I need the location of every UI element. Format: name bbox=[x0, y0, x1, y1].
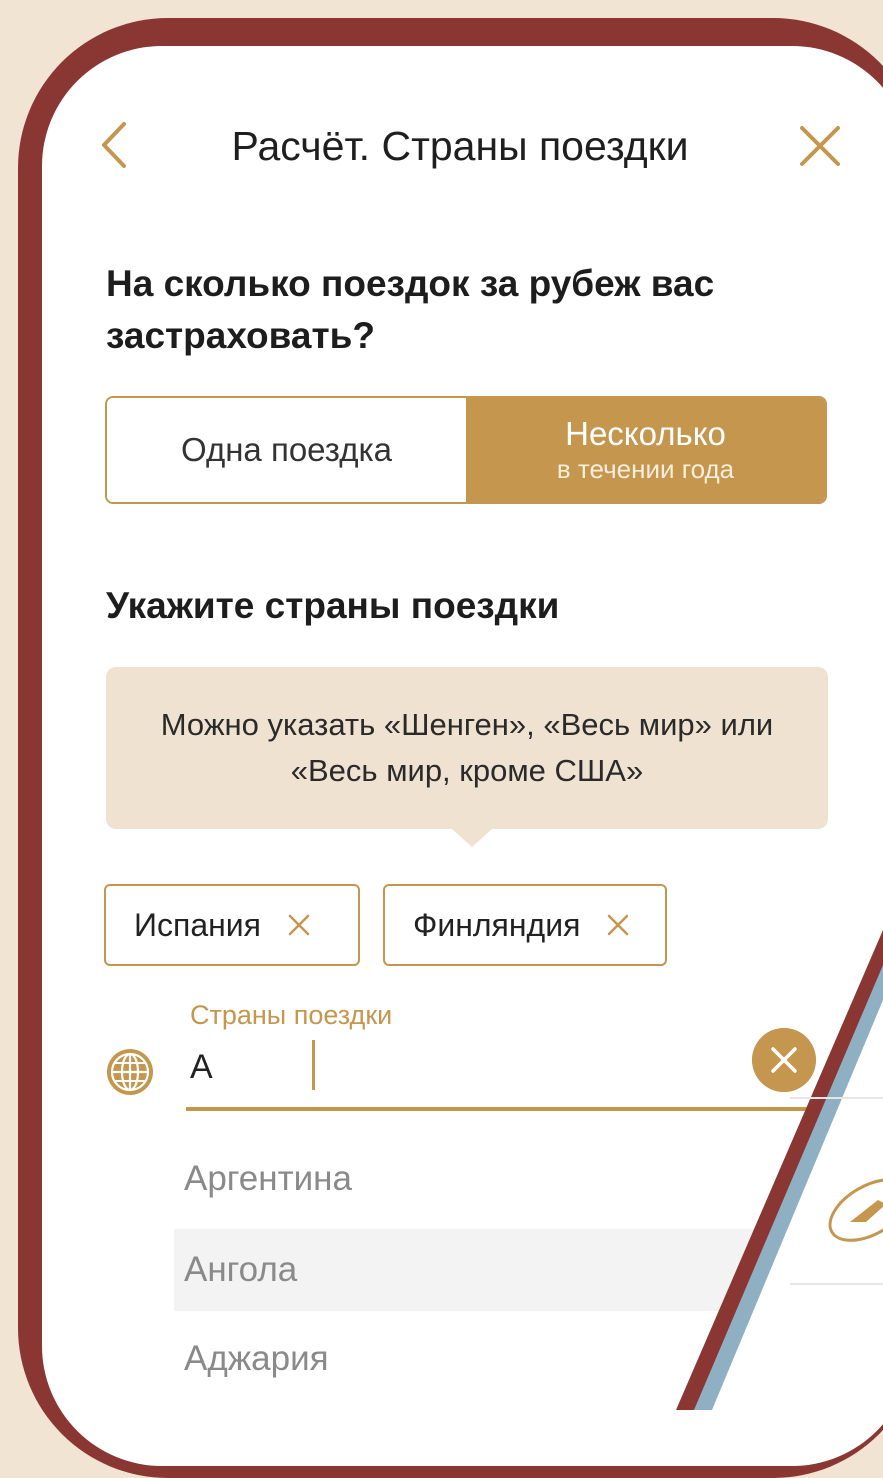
suggestion-item[interactable]: Аджария bbox=[174, 1318, 794, 1400]
hint-pointer bbox=[452, 829, 492, 847]
option-multiple-trips-label: Несколько bbox=[565, 415, 726, 452]
countries-field-label: Страны поездки bbox=[190, 1000, 393, 1030]
suggestion-item[interactable]: Аргентина bbox=[174, 1138, 794, 1220]
country-chip-label: Испания bbox=[134, 906, 261, 943]
trips-segmented-control: Одна поездка Несколько в течении года bbox=[105, 396, 827, 504]
countries-search-input[interactable]: А bbox=[190, 1048, 213, 1087]
close-icon[interactable] bbox=[798, 124, 842, 168]
globe-icon bbox=[107, 1049, 153, 1095]
chevron-left-icon[interactable] bbox=[96, 120, 132, 170]
countries-hint: Можно указать «Шенген», «Весь мир» или «… bbox=[106, 667, 828, 829]
hint-text: Можно указать «Шенген», «Весь мир» или «… bbox=[160, 707, 774, 788]
country-chip-label: Финляндия bbox=[413, 906, 581, 943]
remove-chip-icon[interactable] bbox=[285, 911, 313, 939]
country-chip[interactable]: Испания bbox=[104, 884, 360, 966]
input-underline bbox=[186, 1107, 826, 1111]
page-title: Расчёт. Страны поездки bbox=[231, 123, 689, 169]
option-multiple-trips[interactable]: Несколько в течении года bbox=[466, 398, 825, 502]
text-caret bbox=[312, 1040, 315, 1090]
option-one-trip-label: Одна поездка bbox=[181, 431, 392, 468]
app-content: Расчёт. Страны поездки На сколько поездо… bbox=[0, 0, 883, 1410]
country-chip[interactable]: Финляндия bbox=[383, 884, 667, 966]
option-one-trip[interactable]: Одна поездка bbox=[107, 398, 466, 502]
countries-section-title: Укажите страны поездки bbox=[106, 585, 560, 626]
clear-input-icon[interactable] bbox=[752, 1028, 816, 1092]
trips-question: На сколько поездок за рубеж вас застрахо… bbox=[106, 263, 715, 356]
option-multiple-trips-sublabel: в течении года bbox=[556, 454, 735, 484]
suggestion-item[interactable]: Ангола bbox=[174, 1229, 794, 1311]
remove-chip-icon[interactable] bbox=[604, 911, 632, 939]
